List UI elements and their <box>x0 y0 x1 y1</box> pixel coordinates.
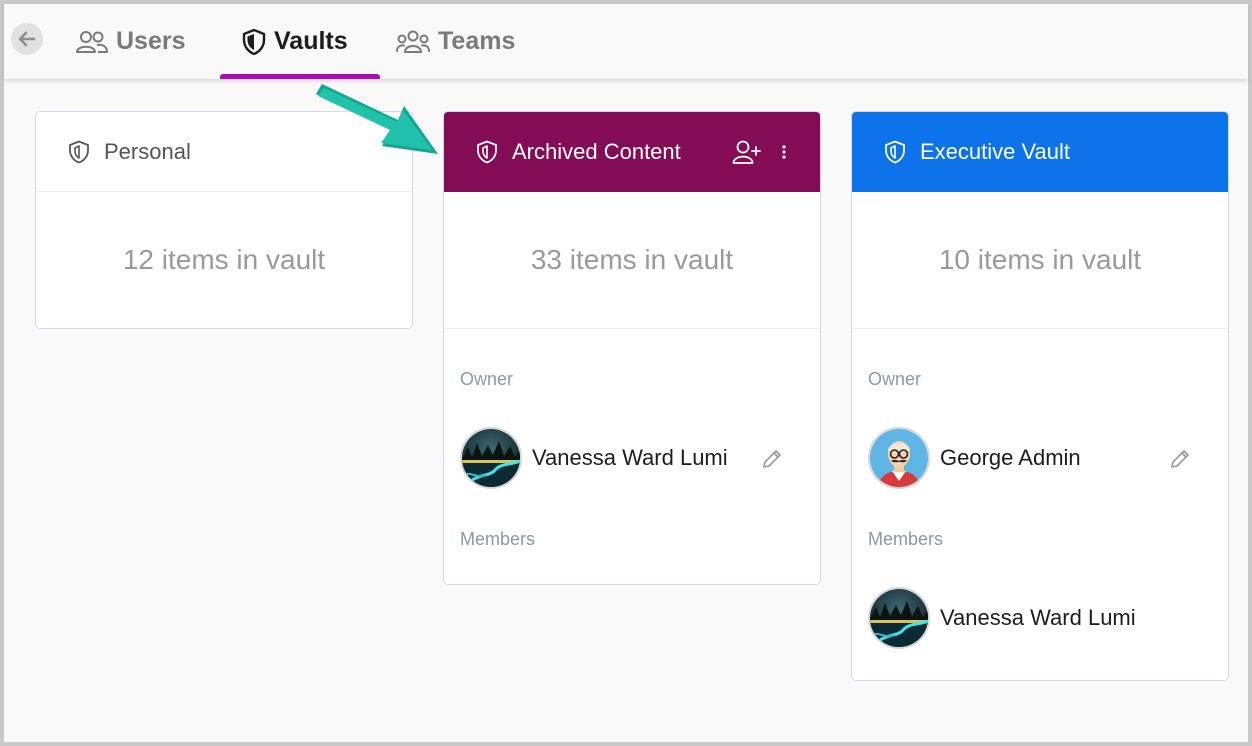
tab-bar: Users Vaults Teams <box>4 4 1248 79</box>
pencil-icon <box>763 450 781 468</box>
vault-name: Executive Vault <box>920 139 1071 164</box>
member-name: Vanessa Ward Lumi <box>940 605 1136 630</box>
shield-icon <box>242 28 266 55</box>
back-button[interactable] <box>11 23 43 55</box>
tab-teams[interactable]: Teams <box>396 4 515 79</box>
teams-icon <box>396 30 430 53</box>
shield-icon <box>884 140 906 164</box>
owner-row: Vanessa Ward Lumi <box>460 427 728 489</box>
owner-name: Vanessa Ward Lumi <box>532 445 728 470</box>
vault-card-executive-vault[interactable]: Executive Vault 10 items in vault Owner <box>851 111 1229 681</box>
tab-vaults-label: Vaults <box>274 27 348 55</box>
tab-users-label: Users <box>116 27 186 55</box>
owner-label: Owner <box>868 369 922 389</box>
vault-card-archived-content[interactable]: Archived Content 33 items in vault Owner <box>443 111 821 585</box>
tab-teams-label: Teams <box>438 27 516 55</box>
owner-name: George Admin <box>940 445 1081 470</box>
add-member-icon[interactable] <box>732 139 762 165</box>
arrow-left-icon <box>18 31 36 47</box>
member-row: Vanessa Ward Lumi <box>868 587 1136 649</box>
vault-card-header: Archived Content <box>444 112 820 192</box>
tab-vaults[interactable]: Vaults <box>242 4 348 79</box>
edit-owner-button[interactable] <box>760 447 784 476</box>
vault-item-count: 12 items in vault <box>122 244 326 275</box>
vaults-page: Users Vaults Teams Personal 12 items in … <box>4 4 1248 742</box>
owner-members-section: Owner George Admin Members Vanessa Ward … <box>852 328 1228 680</box>
members-label: Members <box>460 529 536 549</box>
members-label: Members <box>868 529 944 549</box>
shield-icon <box>68 140 90 164</box>
more-vertical-icon[interactable] <box>780 139 788 165</box>
vault-name: Personal <box>104 138 191 164</box>
owner-members-section: Owner Vanessa Ward Lumi Members <box>444 328 820 584</box>
edit-owner-button[interactable] <box>1168 447 1192 476</box>
vault-name: Archived Content <box>512 139 681 164</box>
shield-icon <box>476 140 498 164</box>
users-icon <box>76 30 108 53</box>
avatar <box>868 587 930 649</box>
vault-card-header: Executive Vault <box>852 112 1228 192</box>
vault-item-count: 10 items in vault <box>938 244 1142 275</box>
active-tab-indicator <box>220 74 380 79</box>
tab-users[interactable]: Users <box>76 4 186 79</box>
vault-item-count: 33 items in vault <box>530 244 734 275</box>
owner-label: Owner <box>460 369 514 389</box>
avatar <box>460 427 522 489</box>
avatar <box>868 427 930 489</box>
pencil-icon <box>1171 450 1189 468</box>
callout-arrow <box>316 84 438 154</box>
owner-row: George Admin <box>868 427 1081 489</box>
